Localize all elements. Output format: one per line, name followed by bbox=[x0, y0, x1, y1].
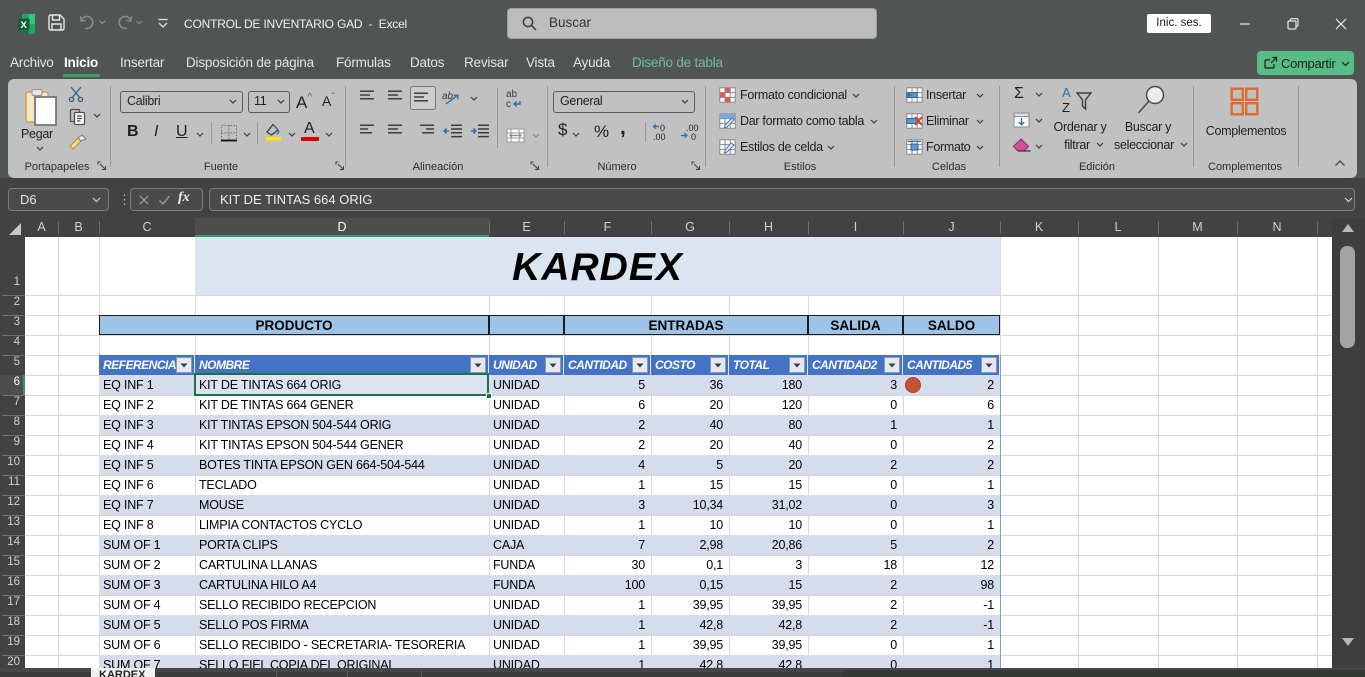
svg-text:X: X bbox=[21, 20, 28, 31]
svg-text:A: A bbox=[1062, 85, 1071, 100]
svg-text:.00: .00 bbox=[653, 132, 666, 141]
svg-text:Z: Z bbox=[1062, 100, 1070, 115]
svg-text:c: c bbox=[506, 99, 511, 110]
svg-text:0: 0 bbox=[691, 132, 696, 141]
